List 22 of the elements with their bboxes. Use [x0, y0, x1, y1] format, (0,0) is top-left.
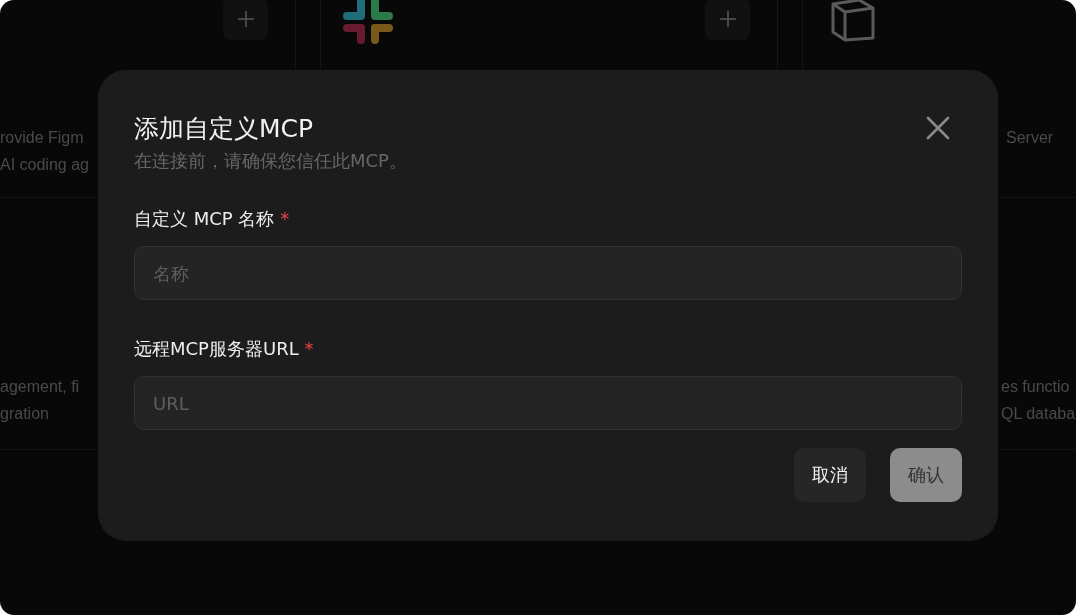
input-field[interactable]: 名称 [134, 246, 962, 300]
field-label: 自定义 MCP 名称 * [134, 207, 291, 231]
input-field[interactable]: URL [134, 376, 962, 430]
add-button[interactable] [705, 0, 750, 40]
dialog-subtitle: 在连接前，请确保您信任此MCP。 [134, 149, 407, 173]
hash-logo-icon [343, 0, 393, 44]
description-text: AI coding ag [0, 155, 89, 175]
cancel-button[interactable]: 取消 [794, 448, 866, 502]
description-text: QL databa [1001, 404, 1076, 424]
description-text: rovide Figm [0, 128, 84, 148]
field-label: 远程MCP服务器URL * [134, 337, 315, 361]
close-button[interactable] [926, 116, 950, 140]
dialog-title: 添加自定义MCP [134, 113, 315, 145]
description-text: es functio [1001, 377, 1070, 397]
description-text: agement, fi [0, 377, 80, 397]
plus-icon [719, 11, 736, 27]
plus-icon [237, 11, 254, 27]
description-text: Server [1006, 128, 1054, 148]
description-text: gration [0, 404, 49, 424]
close-icon [926, 116, 950, 140]
add-button[interactable] [223, 0, 268, 40]
cube-logo-icon [829, 0, 877, 42]
